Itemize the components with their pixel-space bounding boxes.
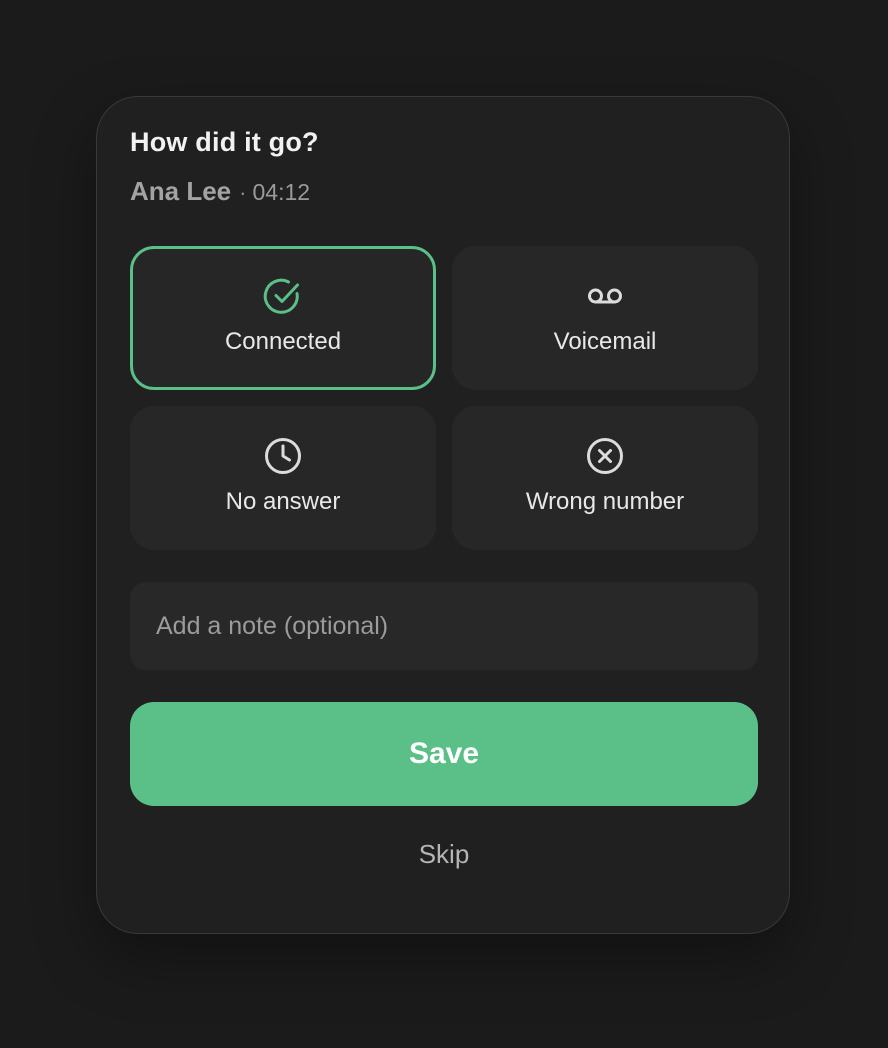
call-summary: Ana Lee · 04:12	[130, 176, 310, 207]
summary-separator: ·	[239, 180, 247, 205]
option-connected[interactable]: Connected	[130, 246, 436, 390]
note-input[interactable]	[130, 582, 758, 670]
option-no-answer[interactable]: No answer	[130, 406, 436, 550]
clock-icon	[263, 436, 303, 476]
option-voicemail[interactable]: Voicemail	[452, 246, 758, 390]
call-outcome-dialog: How did it go? Ana Lee · 04:12 Connected…	[96, 96, 790, 934]
skip-button[interactable]: Skip	[394, 832, 494, 876]
voicemail-icon	[585, 276, 625, 316]
save-button[interactable]: Save	[130, 702, 758, 806]
contact-name: Ana Lee	[130, 176, 232, 206]
option-label: Voicemail	[553, 328, 657, 355]
option-wrong-number[interactable]: Wrong number	[452, 406, 758, 550]
option-label: No answer	[225, 488, 341, 515]
check-circle-icon	[263, 276, 303, 316]
option-label: Wrong number	[525, 488, 685, 515]
dialog-title: How did it go?	[130, 127, 319, 157]
option-label: Connected	[224, 328, 342, 355]
call-duration: 04:12	[252, 179, 311, 205]
x-circle-icon	[585, 436, 625, 476]
